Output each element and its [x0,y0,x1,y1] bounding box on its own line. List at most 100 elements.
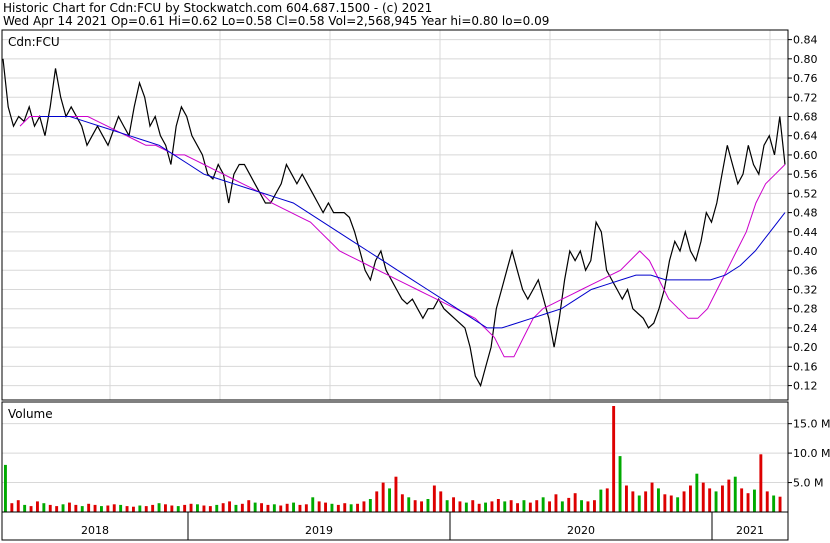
volume-bar [733,476,737,512]
volume-bar [548,501,551,512]
volume-bar [484,502,487,512]
volume-bar [432,485,436,512]
volume-bar [132,506,135,512]
volume-bar [452,497,455,512]
volume-bar [477,503,481,512]
volume-bar [183,504,187,512]
price-tick-label: 0.72 [793,91,818,104]
volume-bar [669,495,673,512]
year-label: 2018 [81,524,109,537]
volume-bar [496,499,500,512]
volume-bar [464,502,468,512]
volume-bar [439,491,443,512]
volume-bar [221,503,225,512]
volume-bar [746,493,750,512]
volume-bar [304,504,308,512]
volume-bar [445,500,449,512]
volume-bar [631,491,635,512]
volume-bar [298,504,302,512]
price-tick-label: 0.68 [793,110,818,123]
volume-bar [112,504,116,512]
volume-bar [740,488,744,512]
volume-bar [349,504,353,512]
volume-bar [80,506,84,512]
volume-bar [317,501,321,512]
volume-bar [618,456,622,512]
volume-bar [16,500,20,512]
volume-bar [400,494,404,512]
volume-bar [272,504,276,512]
volume-bar [55,506,59,512]
price-series [2,58,786,388]
volume-bar [189,503,193,512]
volume-bar [311,497,315,512]
volume-bar [388,488,391,512]
volume-bar [528,502,532,512]
volume-bar [266,504,270,512]
volume-bar [228,501,231,512]
historic-chart: 0.84 0.80 0.76 0.72 0.68 0.64 0.60 0.56 0.52 0.48… [1,29,830,541]
volume-bar [599,489,603,512]
price-tick-label: 0.24 [793,322,818,335]
volume-bar [516,503,519,512]
volume-bar [106,505,110,512]
volume-bar [93,504,97,512]
volume-bar [29,506,33,512]
volume-bar [503,501,507,512]
volume-bar [701,482,705,512]
volume-bar [535,500,539,512]
price-tick-label: 0.44 [793,226,818,239]
volume-bar [560,501,564,512]
price-tick-label: 0.16 [793,360,818,373]
volume-bar [176,506,180,512]
price-tick-label: 0.40 [793,245,818,258]
volume-bar [330,503,334,512]
volume-bar [234,504,238,512]
volume-bar [554,494,558,512]
volume-bar [765,491,769,512]
volume-tick-label: 15.0 M [793,418,830,431]
volume-bar [676,497,680,512]
price-tick-label: 0.12 [793,380,818,393]
volume-bar [612,406,616,512]
volume-bar [157,503,161,512]
volume-bar [708,488,712,512]
price-tick-label: 0.84 [793,34,818,47]
volume-bar [74,504,78,512]
volume-bar [253,502,257,512]
price-tick-label: 0.20 [793,341,818,354]
volume-bar [23,504,27,512]
volume-bar [490,501,494,512]
volume-bar [381,482,385,512]
price-panel-frame [1,29,789,401]
volume-bar [119,504,123,512]
volume-bar [285,503,289,512]
price-tick-label: 0.56 [793,168,818,181]
price-tick-label: 0.48 [793,207,818,220]
year-label: 2019 [305,524,333,537]
volume-bar [362,501,366,512]
price-tick-label: 0.80 [793,53,818,66]
volume-bar [48,504,52,512]
volume-bar [292,502,295,512]
volume-bar [522,500,526,512]
volume-bar [324,502,327,512]
volume-bar [202,505,206,512]
volume-bar [637,495,641,512]
volume-bar [682,491,686,512]
volume-bar [196,504,199,512]
volume-bar [727,479,731,512]
volume-y-axis: 15.0 M 10.0 M 5.0 M [788,418,830,490]
volume-bar [586,501,590,512]
volume-bar [10,503,14,512]
volume-bar [413,500,417,512]
volume-bar [593,500,596,512]
volume-bar [247,500,251,512]
price-tick-label: 0.76 [793,72,818,85]
volume-bar [580,500,583,512]
volume-bar [753,489,756,512]
volume-bar [240,503,244,512]
price-tick-label: 0.60 [793,149,818,162]
volume-bar [68,502,71,512]
volume-bar [567,497,571,512]
